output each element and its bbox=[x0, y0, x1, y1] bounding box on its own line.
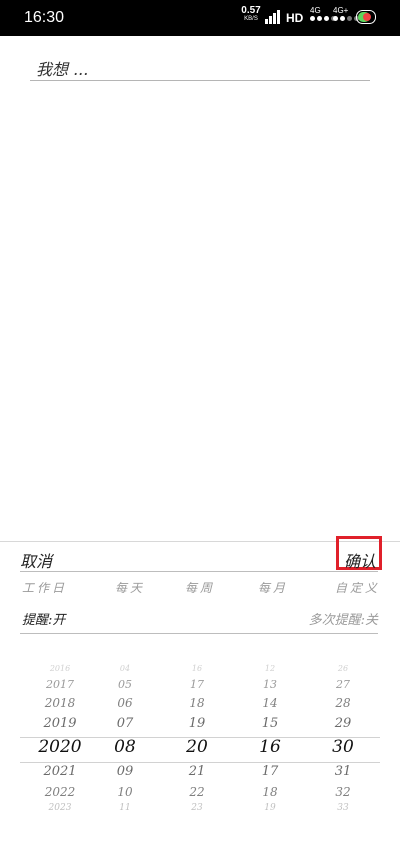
picker-cell: 14 bbox=[262, 696, 278, 710]
header-divider bbox=[20, 571, 378, 572]
picker-cell: 08 bbox=[114, 737, 136, 757]
wish-input[interactable]: 我想 ... bbox=[30, 52, 370, 81]
battery-icon bbox=[356, 10, 376, 24]
picker-cell: 07 bbox=[116, 716, 134, 731]
month-column[interactable]: 04 05 06 07 08 09 10 11 bbox=[85, 664, 165, 836]
network-type-2: 4G+ bbox=[333, 6, 349, 15]
picker-cell: 19 bbox=[188, 716, 206, 731]
picker-cell: 05 bbox=[118, 678, 132, 691]
picker-cell: 26 bbox=[337, 664, 349, 673]
remind-divider bbox=[20, 633, 378, 634]
picker-cell: 21 bbox=[188, 764, 206, 779]
picker-cell: 31 bbox=[334, 764, 352, 779]
confirm-button[interactable]: 确认 bbox=[344, 548, 376, 572]
picker-cell: 33 bbox=[337, 803, 349, 813]
hd-badge: HD bbox=[286, 11, 304, 25]
picker-cell: 17 bbox=[261, 764, 279, 779]
multi-remind-toggle[interactable]: 多次提醒:关 bbox=[309, 609, 378, 628]
freq-custom[interactable]: 自定义 bbox=[335, 579, 380, 596]
picker-cell: 13 bbox=[263, 678, 277, 691]
status-time: 16:30 bbox=[24, 9, 65, 26]
picker-cell: 19 bbox=[264, 803, 276, 813]
picker-cell: 32 bbox=[335, 785, 351, 799]
reminder-sheet: 取消 确认 工作日 每天 每周 每月 自定义 提醒:开 多次提醒:关 2016 … bbox=[0, 536, 400, 867]
minute-column[interactable]: 26 27 28 29 30 31 32 33 bbox=[303, 664, 383, 836]
picker-cell: 16 bbox=[259, 737, 281, 757]
picker-cell: 20 bbox=[186, 737, 208, 757]
cancel-button[interactable]: 取消 bbox=[20, 548, 52, 572]
datetime-picker[interactable]: 2016 2017 2018 2019 2020 2021 2022 2023 … bbox=[0, 664, 400, 836]
picker-cell: 04 bbox=[119, 664, 131, 673]
picker-cell: 28 bbox=[335, 696, 351, 710]
picker-cell: 17 bbox=[190, 678, 204, 691]
status-bar: 16:30 0.57 KB/S HD 4G 4G+ bbox=[0, 0, 400, 36]
frequency-options: 工作日 每天 每周 每月 自定义 bbox=[0, 579, 400, 601]
picker-cell: 10 bbox=[117, 785, 133, 799]
freq-monthly[interactable]: 每月 bbox=[258, 579, 288, 596]
picker-cell: 11 bbox=[119, 803, 131, 813]
picker-cell: 18 bbox=[189, 696, 205, 710]
picker-cell: 18 bbox=[262, 785, 278, 799]
picker-cell: 23 bbox=[191, 803, 203, 813]
signal-bars-icon bbox=[265, 10, 280, 24]
picker-cell: 12 bbox=[264, 664, 276, 673]
picker-cell: 15 bbox=[261, 716, 279, 731]
picker-cell: 22 bbox=[189, 785, 205, 799]
picker-cell: 09 bbox=[116, 764, 134, 779]
picker-cell: 29 bbox=[334, 716, 352, 731]
picker-cell: 30 bbox=[332, 737, 354, 757]
freq-daily[interactable]: 每天 bbox=[115, 579, 145, 596]
picker-cell: 16 bbox=[191, 664, 203, 673]
picker-cell: 27 bbox=[336, 678, 350, 691]
freq-workday[interactable]: 工作日 bbox=[22, 579, 67, 596]
picker-cell: 06 bbox=[117, 696, 133, 710]
remind-toggle[interactable]: 提醒:开 bbox=[22, 609, 65, 628]
wish-input-placeholder: 我想 ... bbox=[36, 60, 89, 79]
day-column[interactable]: 16 17 18 19 20 21 22 23 bbox=[157, 664, 237, 836]
hour-column[interactable]: 12 13 14 15 16 17 18 19 bbox=[230, 664, 310, 836]
network-type-1: 4G bbox=[310, 6, 321, 15]
remind-row: 提醒:开 多次提醒:关 bbox=[0, 609, 400, 633]
freq-weekly[interactable]: 每周 bbox=[185, 579, 215, 596]
network-speed: 0.57 KB/S bbox=[241, 5, 261, 23]
